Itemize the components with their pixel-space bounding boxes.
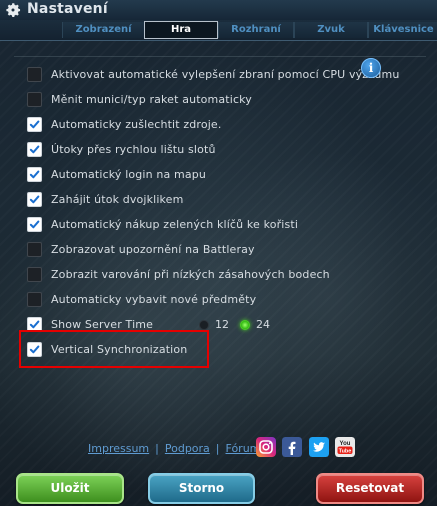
cancel-button[interactable]: Storno: [148, 473, 255, 504]
footer-links: Impressum | Podpora | Fórum: [88, 442, 260, 455]
link-separator: |: [155, 442, 159, 455]
option-label: Zahájit útok dvojklikem: [51, 192, 184, 206]
option-label: Zobrazit varování při nízkých zásahových…: [51, 267, 330, 281]
option-label: Útoky přes rychlou lištu slotů: [51, 142, 216, 156]
option-row[interactable]: Automaticky vybavit nové předměty: [27, 289, 256, 309]
server-time-12-radio[interactable]: 12: [199, 318, 229, 331]
support-link[interactable]: Podpora: [165, 442, 210, 455]
option-label: Aktivovat automatické vylepšení zbraní p…: [51, 67, 400, 81]
option-label: Vertical Synchronization: [51, 342, 188, 356]
radio-dot[interactable]: [240, 319, 250, 330]
youtube-word-you: You: [340, 441, 351, 447]
option-row[interactable]: Automaticky zušlechtit zdroje.: [27, 114, 221, 134]
save-button[interactable]: Uložit: [16, 473, 124, 504]
option-checkbox[interactable]: [27, 241, 42, 257]
option-row[interactable]: Automatický login na mapu: [27, 164, 206, 184]
option-row[interactable]: Aktivovat automatické vylepšení zbraní p…: [27, 64, 399, 84]
tab-zvuk[interactable]: Zvuk: [294, 22, 368, 38]
option-label: Automaticky zušlechtit zdroje.: [51, 117, 222, 131]
window-title: Nastavení: [27, 1, 108, 17]
option-label: Měnit munici/typ raket automaticky: [51, 92, 252, 106]
settings-window: Nastavení Zobrazení Hra Rozhraní Zvuk Kl…: [0, 0, 437, 506]
impressum-link[interactable]: Impressum: [88, 442, 149, 455]
twitter-icon[interactable]: [309, 437, 329, 457]
option-label: Automaticky vybavit nové předměty: [51, 292, 257, 306]
radio-dot[interactable]: [199, 319, 209, 330]
option-row[interactable]: Zobrazovat upozornění na Battleray: [27, 239, 255, 259]
tab-klavesnice[interactable]: Klávesnice: [368, 22, 437, 38]
option-checkbox[interactable]: [27, 216, 42, 232]
option-checkbox[interactable]: [27, 166, 42, 182]
title-bar: Nastavení: [0, 0, 437, 20]
option-row[interactable]: Zahájit útok dvojklikem: [27, 189, 183, 209]
youtube-icon[interactable]: You Tube: [335, 437, 355, 457]
gear-icon: [6, 3, 21, 17]
instagram-icon[interactable]: [256, 437, 276, 457]
facebook-icon[interactable]: [282, 437, 302, 457]
option-label: Show Server Time: [51, 317, 154, 331]
option-checkbox[interactable]: [27, 291, 42, 307]
option-checkbox[interactable]: [27, 266, 42, 282]
option-row[interactable]: Měnit munici/typ raket automaticky: [27, 89, 252, 109]
option-label: Zobrazovat upozornění na Battleray: [51, 242, 255, 256]
option-row[interactable]: Automatický nákup zelených klíčů ke koři…: [27, 214, 298, 234]
option-checkbox[interactable]: [27, 141, 42, 157]
radio-24-label: 24: [256, 318, 270, 331]
tab-hra[interactable]: Hra: [144, 21, 218, 39]
radio-12-label: 12: [215, 318, 229, 331]
option-row[interactable]: Útoky přes rychlou lištu slotů: [27, 139, 216, 159]
reset-button[interactable]: Resetovat: [316, 473, 424, 504]
option-checkbox[interactable]: [27, 316, 42, 332]
option-checkbox[interactable]: [27, 91, 42, 107]
option-checkbox[interactable]: [27, 191, 42, 207]
option-label: Automatický nákup zelených klíčů ke koři…: [51, 217, 299, 231]
tab-zobrazeni[interactable]: Zobrazení: [62, 22, 145, 38]
info-icon[interactable]: i: [361, 58, 381, 78]
link-separator: |: [215, 442, 220, 455]
option-row[interactable]: Vertical Synchronization: [27, 339, 187, 359]
option-label: Automatický login na mapu: [51, 167, 207, 181]
option-row[interactable]: Show Server Time: [27, 314, 153, 334]
option-checkbox[interactable]: [27, 341, 42, 357]
option-row[interactable]: Zobrazit varování při nízkých zásahových…: [27, 264, 330, 284]
tab-bar: Zobrazení Hra Rozhraní Zvuk Klávesnice: [0, 20, 437, 41]
option-checkbox[interactable]: [27, 66, 42, 82]
option-checkbox[interactable]: [27, 116, 42, 132]
tab-rozhrani[interactable]: Rozhraní: [218, 22, 294, 38]
server-time-24-radio[interactable]: 24: [240, 318, 270, 331]
youtube-word-tube: Tube: [339, 448, 352, 454]
